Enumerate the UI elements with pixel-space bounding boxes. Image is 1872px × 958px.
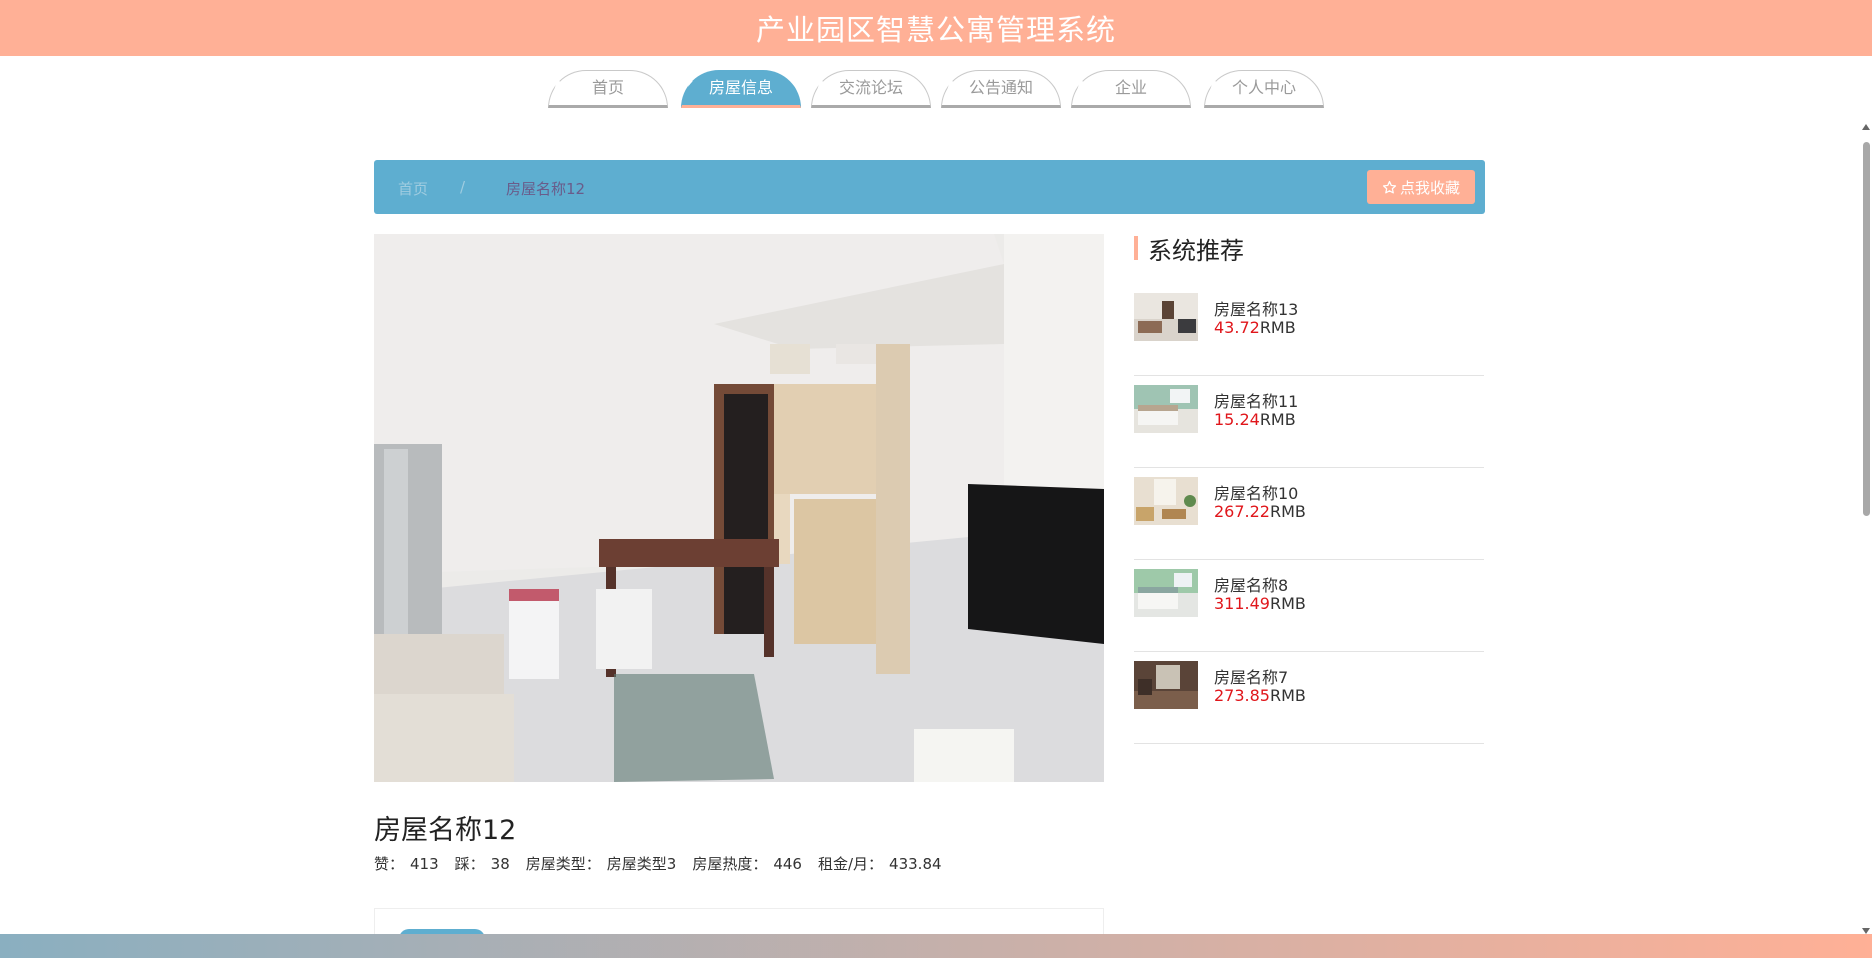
tab-profile[interactable]: 个人中心 <box>1204 70 1324 108</box>
price-currency: RMB <box>1269 686 1306 705</box>
tab-home[interactable]: 首页 <box>548 70 668 108</box>
price-value: 43.72 <box>1214 318 1260 337</box>
heading-accent-bar <box>1134 236 1138 260</box>
price-value: 311.49 <box>1214 594 1270 613</box>
heat-label: 房屋热度： <box>692 855 768 873</box>
dislikes-label: 踩： <box>454 855 485 873</box>
type-value: 房屋类型3 <box>606 855 677 873</box>
dislikes-stat: 踩： 38 <box>455 853 510 874</box>
recommend-item-price: 267.22RMB <box>1214 502 1306 521</box>
recommend-item-name[interactable]: 房屋名称11 <box>1214 388 1298 412</box>
heat-stat: 房屋热度： 446 <box>692 853 802 874</box>
tab-company[interactable]: 企业 <box>1071 70 1191 108</box>
recommend-thumbnail[interactable] <box>1134 661 1198 709</box>
price-currency: RMB <box>1259 410 1296 429</box>
type-stat: 房屋类型： 房屋类型3 <box>526 853 677 874</box>
type-label: 房屋类型： <box>525 855 601 873</box>
breadcrumb-separator: / <box>460 178 466 196</box>
price-currency: RMB <box>1269 594 1306 613</box>
recommend-title: 系统推荐 <box>1148 236 1244 265</box>
rent-label: 租金/月： <box>817 855 884 873</box>
recommend-list: 房屋名称13 43.72RMB 房屋名称11 15.24RMB 房屋名称10 2… <box>1134 284 1484 744</box>
price-currency: RMB <box>1269 502 1306 521</box>
recommend-item[interactable]: 房屋名称7 273.85RMB <box>1134 652 1484 744</box>
breadcrumb: 首页 / 房屋名称12 点我收藏 <box>374 160 1485 214</box>
likes-stat: 赞： 413 <box>374 853 439 874</box>
breadcrumb-home-link[interactable]: 首页 <box>398 178 428 199</box>
recommend-thumbnail[interactable] <box>1134 293 1198 341</box>
recommend-item-name[interactable]: 房屋名称8 <box>1214 572 1288 596</box>
price-value: 15.24 <box>1214 410 1260 429</box>
favorite-button-label: 点我收藏 <box>1399 178 1460 197</box>
tab-house-info[interactable]: 房屋信息 <box>681 70 801 108</box>
heat-value: 446 <box>773 855 802 873</box>
house-photo <box>374 234 1104 782</box>
recommend-item[interactable]: 房屋名称13 43.72RMB <box>1134 284 1484 376</box>
price-value: 273.85 <box>1214 686 1270 705</box>
main-nav: 首页 房屋信息 交流论坛 公告通知 企业 个人中心 <box>0 70 1872 110</box>
favorite-button[interactable]: 点我收藏 <box>1367 170 1475 204</box>
recommend-item-name[interactable]: 房屋名称10 <box>1214 480 1298 504</box>
recommend-item[interactable]: 房屋名称10 267.22RMB <box>1134 468 1484 560</box>
tab-forum[interactable]: 交流论坛 <box>811 70 931 108</box>
price-value: 267.22 <box>1214 502 1270 521</box>
recommend-thumbnail[interactable] <box>1134 477 1198 525</box>
house-meta: 赞： 413 踩： 38 房屋类型： 房屋类型3 房屋热度： 446 租金/月： 433.… <box>374 853 942 874</box>
recommend-item[interactable]: 房屋名称8 311.49RMB <box>1134 560 1484 652</box>
dislikes-value: 38 <box>490 855 510 873</box>
star-outline-icon <box>1382 180 1397 193</box>
tab-notice[interactable]: 公告通知 <box>941 70 1061 108</box>
price-currency: RMB <box>1259 318 1296 337</box>
recommend-thumbnail[interactable] <box>1134 385 1198 433</box>
recommend-item-price: 273.85RMB <box>1214 686 1306 705</box>
rent-value: 433.84 <box>889 855 942 873</box>
scrollbar-thumb[interactable] <box>1863 142 1870 516</box>
recommend-item[interactable]: 房屋名称11 15.24RMB <box>1134 376 1484 468</box>
recommend-item-price: 43.72RMB <box>1214 318 1296 337</box>
page-scrollbar[interactable] <box>1860 124 1872 934</box>
recommend-item-price: 311.49RMB <box>1214 594 1306 613</box>
footer-bar <box>0 934 1872 958</box>
breadcrumb-current: 房屋名称12 <box>506 180 586 198</box>
recommend-item-price: 15.24RMB <box>1214 410 1296 429</box>
recommend-item-name[interactable]: 房屋名称13 <box>1214 296 1298 320</box>
likes-value: 413 <box>410 855 439 873</box>
recommend-thumbnail[interactable] <box>1134 569 1198 617</box>
app-title: 产业园区智慧公寓管理系统 <box>755 13 1116 47</box>
top-header: 产业园区智慧公寓管理系统 <box>0 0 1872 56</box>
recommend-heading: 系统推荐 <box>1134 234 1244 265</box>
scroll-up-arrow-icon[interactable] <box>1862 124 1870 130</box>
rent-stat: 租金/月： 433.84 <box>818 853 942 874</box>
recommend-item-name[interactable]: 房屋名称7 <box>1214 664 1288 688</box>
likes-label: 赞： <box>374 855 405 873</box>
house-title: 房屋名称12 <box>374 815 517 846</box>
